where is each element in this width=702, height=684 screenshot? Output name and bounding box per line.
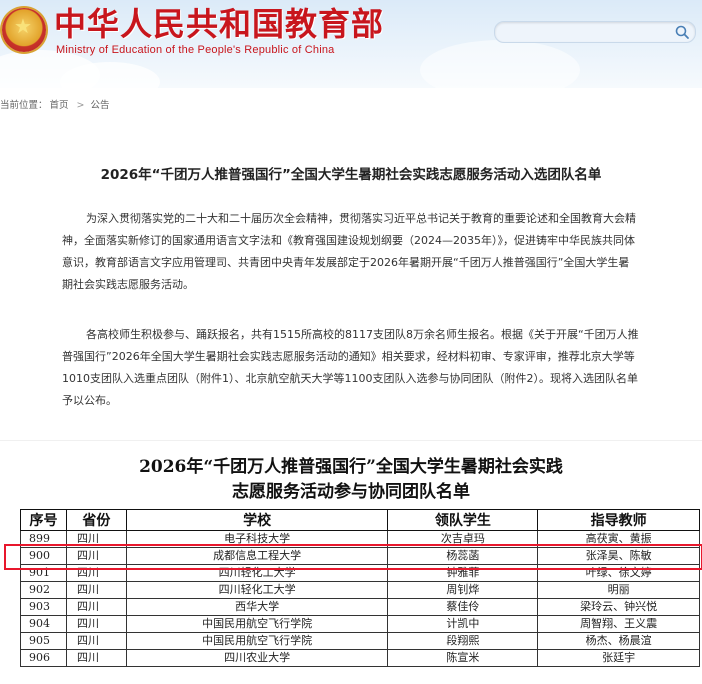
cell-province: 四川 [65,547,127,565]
site-subtitle: Ministry of Education of the People's Re… [56,44,335,56]
table-row: 900 四川 成都信息工程大学 杨蕊菡 张泽昊、陈敏 [20,547,700,565]
cell-leader: 周钊烨 [387,581,539,599]
column-header-leader: 领队学生 [387,509,539,531]
cell-advisor: 梁玲云、钟兴悦 [537,598,700,616]
cell-index: 900 [20,547,67,565]
search-box[interactable] [494,21,696,43]
cell-school: 电子科技大学 [125,530,389,548]
cell-advisor: 高茯寅、黄振 [537,530,700,548]
table-row: 904 四川 中国民用航空飞行学院 计凯中 周智翔、王义震 [20,615,700,633]
table-row: 903 四川 西华大学 蔡佳伶 梁玲云、钟兴悦 [20,598,700,616]
roster-title-line-2: 志愿服务活动参与协同团队名单 [232,482,470,502]
cell-leader: 次吉卓玛 [387,530,539,548]
cell-leader: 陈宣米 [387,649,539,667]
cell-leader: 钟雅菲 [387,564,539,582]
cell-index: 899 [20,530,67,548]
cell-advisor: 明丽 [537,581,700,599]
cell-province: 四川 [65,649,127,667]
article-paragraph-1: 为深入贯彻落实党的二十大和二十届历次全会精神，贯彻落实习近平总书记关于教育的重要… [62,212,636,291]
cell-advisor: 张廷宇 [537,649,700,667]
table-row: 905 四川 中国民用航空飞行学院 段翔熙 杨杰、杨晨渲 [20,632,700,650]
breadcrumb: 当前位置： 首页 > 公告 [0,99,112,113]
cell-leader: 蔡佳伶 [387,598,539,616]
cell-leader: 杨蕊菡 [387,547,539,565]
roster-title-line-1: 2026年“千团万人推普强国行”全国大学生暑期社会实践 [139,457,563,477]
breadcrumb-separator: > [76,100,85,111]
column-header-advisor: 指导教师 [537,509,700,531]
search-input[interactable] [505,24,669,42]
cell-province: 四川 [65,564,127,582]
cell-province: 四川 [65,530,127,548]
cell-advisor: 杨杰、杨晨渲 [537,632,700,650]
cell-school: 西华大学 [125,598,389,616]
cell-index: 906 [20,649,67,667]
cell-province: 四川 [65,632,127,650]
cell-province: 四川 [65,615,127,633]
table-row: 906 四川 四川农业大学 陈宣米 张廷宇 [20,649,700,667]
site-header: ★ 中华人民共和国教育部 Ministry of Education of th… [0,0,702,88]
breadcrumb-current[interactable]: 公告 [91,100,110,111]
table-row: 899 四川 电子科技大学 次吉卓玛 高茯寅、黄振 [20,530,700,548]
cell-province: 四川 [65,598,127,616]
cell-leader: 计凯中 [387,615,539,633]
breadcrumb-label: 当前位置： [0,100,48,111]
column-header-school: 学校 [125,509,389,531]
scanned-roster-image: 2026年“千团万人推普强国行”全国大学生暑期社会实践 志愿服务活动参与协同团队… [0,440,702,684]
cell-advisor: 叶绿、徐文婷 [537,564,700,582]
cell-index: 902 [20,581,67,599]
roster-header-row: 序号 省份 学校 领队学生 指导教师 [20,509,700,531]
cell-school: 四川轻化工大学 [125,564,389,582]
site-title[interactable]: 中华人民共和国教育部 [54,4,384,44]
cell-advisor: 张泽昊、陈敏 [537,547,700,565]
search-icon[interactable] [674,24,690,40]
cell-index: 901 [20,564,67,582]
roster-table: 序号 省份 学校 领队学生 指导教师 899 四川 电子科技大学 次吉卓玛 高茯寅、黄振… [20,509,700,667]
table-row: 902 四川 四川轻化工大学 周钊烨 明丽 [20,581,700,599]
cell-school: 成都信息工程大学 [125,547,389,565]
breadcrumb-home-link[interactable]: 首页 [50,100,69,111]
cell-advisor: 周智翔、王义震 [537,615,700,633]
national-emblem-icon[interactable]: ★ [2,8,46,52]
cell-index: 905 [20,632,67,650]
table-row: 901 四川 四川轻化工大学 钟雅菲 叶绿、徐文婷 [20,564,700,582]
article-paragraph-2: 各高校师生积极参与、踊跃报名，共有1515所高校的8117支团队8万余名师生报名… [62,328,639,407]
cell-index: 903 [20,598,67,616]
cell-school: 中国民用航空飞行学院 [125,632,389,650]
column-header-index: 序号 [20,509,67,531]
cell-school: 中国民用航空飞行学院 [125,615,389,633]
article-title: 2026年“千团万人推普强国行”全国大学生暑期社会实践志愿服务活动入选团队名单 [100,167,602,183]
cell-index: 904 [20,615,67,633]
cell-province: 四川 [65,581,127,599]
cell-leader: 段翔熙 [387,632,539,650]
cell-school: 四川轻化工大学 [125,581,389,599]
header-cloud [420,40,580,88]
column-header-province: 省份 [65,509,127,531]
cell-school: 四川农业大学 [125,649,389,667]
